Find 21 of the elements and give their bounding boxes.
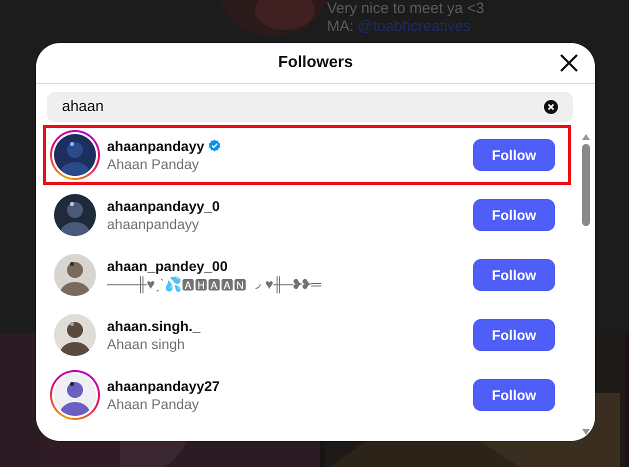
clear-icon[interactable]	[544, 100, 558, 114]
dialog-title: Followers	[278, 53, 353, 73]
username[interactable]: ahaan.singh._	[107, 316, 200, 334]
full-name: ───╫♥ˏˋ💦🅰🅷🅰🅰🅽 ◞ ♥╫─❥❥═	[107, 274, 322, 294]
scrollbar-thumb[interactable]	[582, 144, 590, 226]
story-ring[interactable]	[50, 130, 100, 180]
scroll-up-icon[interactable]	[582, 134, 590, 140]
close-icon	[559, 53, 579, 73]
follow-button[interactable]: Follow	[473, 139, 555, 171]
full-name: ahaanpandayy	[107, 214, 200, 234]
username[interactable]: ahaan_pandey_00	[107, 256, 228, 274]
search-input: ahaan	[62, 96, 544, 118]
search-field[interactable]: ahaan	[47, 92, 573, 122]
follow-button[interactable]: Follow	[473, 199, 555, 231]
username[interactable]: ahaanpandayy	[107, 136, 204, 154]
username[interactable]: ahaanpandayy_0	[107, 196, 220, 214]
bio-line: Very nice to meet ya <3	[327, 0, 484, 18]
full-name: Ahaan Panday	[107, 154, 200, 174]
follow-button[interactable]: Follow	[473, 259, 555, 291]
bio-line: MA: @toabhcreatives	[327, 18, 472, 36]
close-button[interactable]	[559, 53, 579, 73]
